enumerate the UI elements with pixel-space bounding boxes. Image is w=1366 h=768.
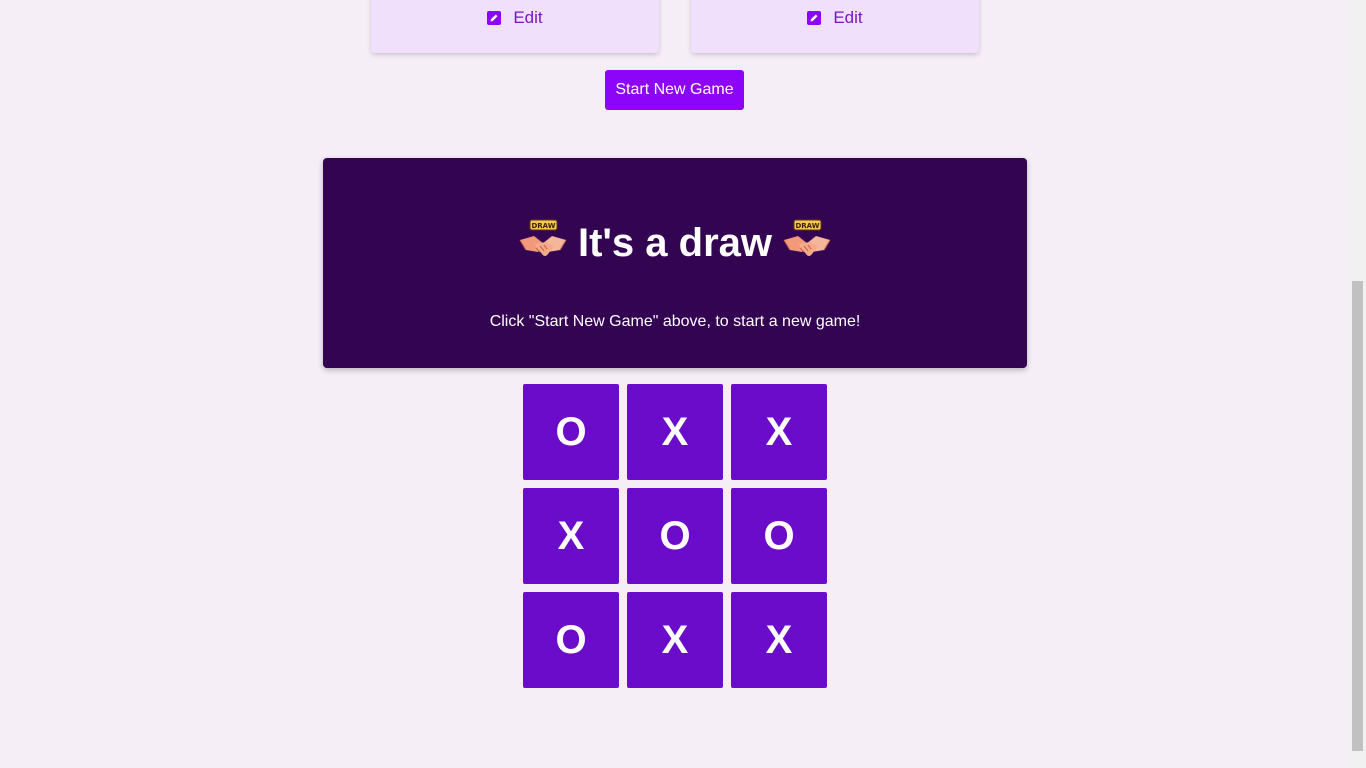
result-panel: DRAW It's a draw DRAW Click "Start New G… — [323, 158, 1027, 368]
board-cell[interactable]: X — [523, 488, 619, 584]
edit-icon — [487, 11, 502, 25]
start-new-game-button[interactable]: Start New Game — [605, 70, 744, 110]
result-title-text: It's a draw — [577, 220, 773, 265]
board-cell[interactable]: X — [731, 384, 827, 480]
edit-label: Edit — [513, 8, 543, 27]
board-cell[interactable]: O — [731, 488, 827, 584]
board-cell[interactable]: O — [523, 592, 619, 688]
result-title: DRAW It's a draw DRAW — [323, 213, 1027, 273]
edit-icon — [807, 11, 822, 25]
edit-label: Edit — [833, 8, 863, 27]
board-cell[interactable]: X — [731, 592, 827, 688]
edit-player-1-button[interactable]: Edit — [371, 7, 659, 29]
player-card-2: Edit — [691, 0, 979, 53]
svg-text:DRAW: DRAW — [531, 222, 555, 230]
board-cell[interactable]: X — [627, 592, 723, 688]
player-card-1: Edit — [371, 0, 659, 53]
scrollbar-thumb[interactable] — [1352, 281, 1363, 751]
game-board: O X X X O O O X X — [523, 384, 827, 688]
vertical-scrollbar[interactable] — [1350, 0, 1366, 768]
handshake-draw-icon: DRAW — [519, 219, 567, 256]
board-cell[interactable]: O — [627, 488, 723, 584]
board-cell[interactable]: X — [627, 384, 723, 480]
board-cell[interactable]: O — [523, 384, 619, 480]
handshake-draw-icon: DRAW — [783, 219, 831, 256]
result-subtitle: Click "Start New Game" above, to start a… — [489, 313, 861, 330]
page: Edit Edit Start New Game DRAW It's a dra… — [0, 0, 1350, 768]
edit-player-2-button[interactable]: Edit — [691, 7, 979, 29]
svg-text:DRAW: DRAW — [796, 222, 820, 230]
